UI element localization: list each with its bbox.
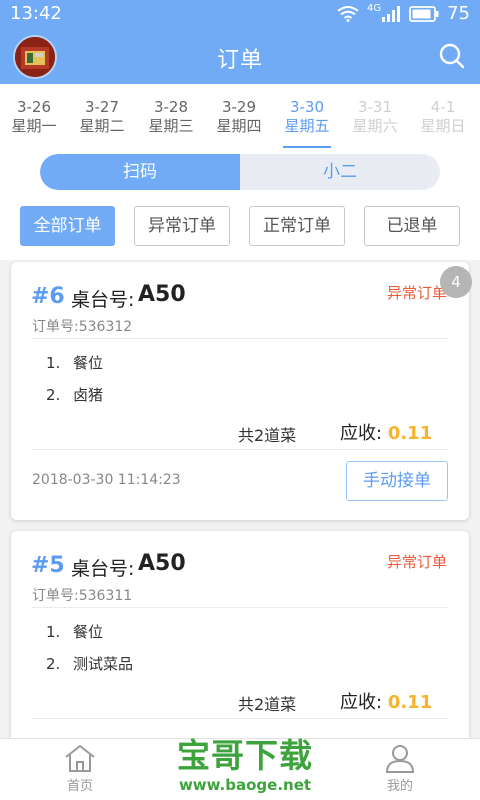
receivable-label: 应收: [340,692,383,713]
list-item: 1. 餐位 [46,621,103,642]
watermark: 宝哥下载 www.baoge.net [165,736,325,794]
dish-count: 共2道菜 [238,426,297,445]
source-segment: 扫码 小二 [40,154,440,190]
filter-normal-orders[interactable]: 正常订单 [249,206,345,246]
date-strip: 3-26 星期一 3-27 星期二 3-28 星期三 3-29 星期四 3-30… [0,84,480,148]
nav-home-label: 首页 [66,779,93,794]
weekday-label: 星期三 [148,117,194,135]
table-label: 桌台号: [71,289,135,311]
date-item-3-31: 3-31 星期六 [340,98,410,136]
list-item: 1. 餐位 [46,352,103,373]
list-item: 2. 测试菜品 [46,653,133,674]
order-number: #5 [31,553,65,578]
date-item-3-28[interactable]: 3-28 星期三 [136,98,206,136]
user-icon [385,745,415,773]
watermark-url: www.baoge.net [178,776,312,794]
table-label: 桌台号: [71,558,135,580]
divider [32,449,448,450]
receivable-amount: 0.11 [387,692,433,713]
status-time: 13:42 [10,3,62,24]
order-status: 异常订单 [386,284,447,302]
order-id: 订单号:536312 [32,319,133,335]
order-time: 2018-03-30 11:14:23 [32,472,181,488]
order-status: 异常订单 [386,553,447,571]
date-label: 3-28 [153,98,189,116]
item-name: 测试菜品 [73,655,134,673]
date-label: 3-27 [84,98,120,116]
filter-all-orders[interactable]: 全部订单 [20,206,115,246]
item-name: 餐位 [73,623,104,641]
filter-area: 扫码 小二 全部订单 异常订单 正常订单 已退单 [0,148,480,260]
date-label: 4-1 [430,98,456,116]
date-item-3-30[interactable]: 3-30 星期五 [272,98,342,136]
date-item-4-1: 4-1 星期日 [408,98,478,136]
item-number: 2. [46,655,61,673]
receivable: 应收: 0.11 [340,688,432,714]
date-item-3-27[interactable]: 3-27 星期二 [67,98,137,136]
signal-icon [382,5,401,22]
segment-waiter[interactable]: 小二 [240,154,440,190]
receivable-label: 应收: [340,423,383,444]
search-icon[interactable] [438,42,466,70]
order-badge: 4 [440,266,472,298]
page-title: 订单 [216,48,263,73]
app-bar: 订单 [0,28,480,84]
order-filters: 全部订单 异常订单 正常订单 已退单 [20,206,460,246]
receivable-amount: 0.11 [387,423,433,444]
divider [32,338,448,339]
watermark-title: 宝哥下载 [177,736,313,775]
nav-mine-label: 我的 [386,779,413,794]
receivable: 应收: 0.11 [340,419,432,445]
battery-level: 75 [447,3,470,24]
item-number: 2. [46,386,61,404]
nav-mine[interactable]: 我的 [360,743,440,794]
order-card[interactable]: #6 桌台号: A50 异常订单 4 订单号:536312 1. 餐位 2. 卤猪 … [11,262,472,520]
status-icons: 4G 75 [337,3,470,24]
filter-refunded-orders[interactable]: 已退单 [364,206,460,246]
item-name: 卤猪 [73,386,104,404]
weekday-label: 星期五 [284,117,330,135]
status-bar: 13:42 4G 75 [0,0,480,28]
weekday-label: 星期二 [79,117,125,135]
order-id: 订单号:536311 [32,588,133,604]
divider [32,718,448,719]
wifi-icon [337,5,359,22]
date-item-3-29[interactable]: 3-29 星期四 [204,98,274,136]
weekday-label: 星期日 [420,117,466,135]
weekday-label: 星期六 [352,117,398,135]
date-label: 3-31 [357,98,393,116]
item-number: 1. [46,623,61,641]
list-item: 2. 卤猪 [46,384,103,405]
divider [32,607,448,608]
table-number: A50 [138,551,186,576]
battery-icon [409,5,439,22]
date-label: 3-29 [221,98,257,116]
weekday-label: 星期四 [216,117,262,135]
manual-accept-button[interactable]: 手动接单 [346,461,448,501]
home-icon [65,745,95,772]
date-label: 3-30 [289,98,325,116]
date-label: 3-26 [16,98,52,116]
dish-count: 共2道菜 [238,695,297,714]
weekday-label: 星期一 [11,117,57,135]
order-number: #6 [31,284,65,309]
item-name: 餐位 [73,354,104,372]
network-type: 4G [366,3,382,14]
date-item-3-26[interactable]: 3-26 星期一 [0,98,69,136]
table-number: A50 [138,282,186,307]
segment-scan[interactable]: 扫码 [40,154,240,190]
item-number: 1. [46,354,61,372]
filter-abnormal-orders[interactable]: 异常订单 [134,206,230,246]
nav-home[interactable]: 首页 [40,743,120,794]
